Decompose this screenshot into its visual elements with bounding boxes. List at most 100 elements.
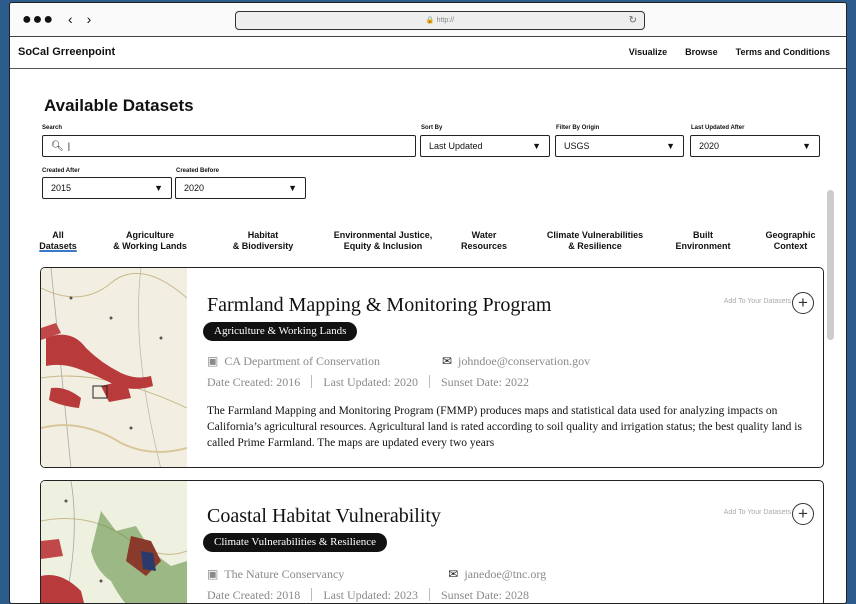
created-after-value: 2015: [51, 183, 72, 193]
tab-built-environment[interactable]: Built Environment: [668, 230, 738, 252]
dataset-org: CA Department of Conservation: [224, 354, 380, 368]
dataset-map-thumbnail: [41, 268, 188, 467]
tab-agriculture[interactable]: Agriculture & Working Lands: [104, 230, 196, 252]
origin-value: USGS: [564, 141, 590, 151]
divider: [428, 588, 430, 601]
sort-select[interactable]: Last Updated ▼: [420, 135, 550, 157]
created-after-label: Created After: [42, 168, 80, 174]
building-icon: ▣: [207, 567, 219, 581]
divider: [428, 375, 430, 388]
tab-label-line1: Habitat: [247, 230, 279, 240]
dataset-card[interactable]: Farmland Mapping & Monitoring Program Ag…: [40, 267, 824, 468]
category-badge[interactable]: Climate Vulnerabilities & Resilience: [203, 533, 387, 552]
tab-label-line2: & Biodiversity: [232, 241, 294, 251]
sunset-date: Sunset Date: 2028: [440, 588, 529, 602]
chevron-down-icon: ▼: [532, 141, 541, 151]
map-thumbnail-graphic: [41, 268, 188, 467]
tab-all-datasets[interactable]: All Datasets: [38, 230, 78, 252]
add-to-datasets-label[interactable]: Add To Your Datasets: [724, 298, 791, 305]
add-to-datasets-label[interactable]: Add To Your Datasets: [724, 509, 791, 516]
main-nav: Visualize Browse Terms and Conditions: [629, 47, 830, 57]
dataset-map-thumbnail: [41, 481, 188, 603]
category-tabs: All Datasets Agriculture & Working Lands…: [38, 230, 828, 260]
scrollbar-thumb[interactable]: [827, 190, 834, 340]
chevron-down-icon: ▼: [666, 141, 675, 151]
tab-water[interactable]: Water Resources: [454, 230, 514, 252]
created-before-label: Created Before: [176, 168, 220, 174]
envelope-icon: ✉: [448, 567, 459, 581]
sort-value: Last Updated: [429, 141, 483, 151]
envelope-icon: ✉: [441, 354, 453, 368]
dataset-description: The Farmland Mapping and Monitoring Prog…: [207, 405, 802, 449]
dataset-card[interactable]: Coastal Habitat Vulnerability Climate Vu…: [40, 480, 824, 603]
plus-circle-icon[interactable]: +: [792, 503, 814, 525]
browser-window: ●●● ‹ › 🔒 http:// ↻ SoCal Grreenpoint Vi…: [9, 2, 847, 604]
dataset-title[interactable]: Farmland Mapping & Monitoring Program: [207, 294, 551, 317]
nav-visualize[interactable]: Visualize: [629, 47, 667, 57]
page-title: Available Datasets: [44, 96, 194, 115]
search-label: Search: [42, 125, 63, 131]
dataset-source-row: ▣ CA Department of Conservation ✉ johndoe@…: [207, 354, 590, 369]
main-content: Available Datasets Search 🔍︎ | Sort By La…: [10, 70, 836, 603]
updated-label: Last Updated After: [691, 125, 745, 131]
site-header: SoCal Grreenpoint Visualize Browse Terms…: [10, 37, 846, 69]
back-icon[interactable]: ‹: [68, 11, 73, 27]
sort-label: Sort By: [421, 125, 443, 131]
search-input[interactable]: 🔍︎ |: [42, 135, 416, 157]
dataset-email[interactable]: janedoe@tnc.org: [464, 567, 546, 581]
origin-label: Filter By Origin: [556, 125, 600, 131]
chevron-down-icon: ▼: [288, 183, 297, 193]
tab-label-line2: Datasets: [39, 241, 77, 251]
tab-label-line1: Agriculture: [125, 230, 174, 240]
category-badge[interactable]: Agriculture & Working Lands: [203, 322, 358, 341]
building-icon: ▣: [207, 354, 219, 368]
created-before-select[interactable]: 2020 ▼: [175, 177, 306, 199]
search-value: |: [67, 141, 71, 151]
nav-terms[interactable]: Terms and Conditions: [736, 47, 830, 57]
updated-select[interactable]: 2020 ▼: [690, 135, 820, 157]
tab-label-line2: & Resilience: [568, 241, 622, 251]
sunset-date: Sunset Date: 2022: [440, 375, 529, 389]
tab-label-line2: Environment: [675, 241, 731, 251]
forward-icon[interactable]: ›: [87, 11, 92, 27]
history-nav: ‹ ›: [68, 11, 101, 27]
tab-label-line1: All: [52, 230, 64, 240]
dataset-email[interactable]: johndoe@conservation.gov: [458, 354, 590, 368]
site-brand[interactable]: SoCal Grreenpoint: [18, 46, 115, 58]
map-thumbnail-graphic: [41, 481, 188, 603]
browser-chrome: ●●● ‹ › 🔒 http:// ↻: [10, 3, 846, 37]
address-bar[interactable]: 🔒 http:// ↻: [235, 11, 645, 30]
chevron-down-icon: ▼: [154, 183, 163, 193]
tab-climate[interactable]: Climate Vulnerabilities & Resilience: [530, 230, 660, 252]
tab-geographic-context[interactable]: Geographic Context: [753, 230, 828, 252]
dataset-title[interactable]: Coastal Habitat Vulnerability: [207, 505, 441, 528]
reload-icon[interactable]: ↻: [629, 12, 637, 29]
search-icon: 🔍︎: [51, 141, 64, 152]
tab-label-line1: Geographic: [765, 230, 816, 240]
origin-select[interactable]: USGS ▼: [555, 135, 684, 157]
tab-environmental-justice[interactable]: Environmental Justice, Equity & Inclusio…: [318, 230, 448, 252]
dataset-dates-row: Date Created: 2018 Last Updated: 2023 Suns…: [207, 588, 529, 603]
tab-habitat[interactable]: Habitat & Biodiversity: [218, 230, 308, 252]
date-created: Date Created: 2018: [207, 588, 301, 602]
dataset-dates-row: Date Created: 2016 Last Updated: 2020 Suns…: [207, 375, 529, 390]
last-updated: Last Updated: 2023: [323, 588, 418, 602]
chevron-down-icon: ▼: [802, 141, 811, 151]
tab-label-line2: & Working Lands: [113, 241, 187, 251]
nav-browse[interactable]: Browse: [685, 47, 718, 57]
tab-label-line1: Climate Vulnerabilities: [546, 230, 644, 240]
tab-label-line2: Context: [773, 241, 808, 251]
tab-label-line1: Water: [471, 230, 497, 240]
last-updated: Last Updated: 2020: [323, 375, 418, 389]
divider: [311, 375, 313, 388]
dataset-source-row: ▣ The Nature Conservancy ✉ janedoe@tnc.org: [207, 567, 546, 582]
tab-label-line2: Equity & Inclusion: [343, 241, 423, 251]
divider: [311, 588, 313, 601]
plus-circle-icon[interactable]: +: [792, 292, 814, 314]
created-after-select[interactable]: 2015 ▼: [42, 177, 172, 199]
created-before-value: 2020: [184, 183, 205, 193]
tab-label-line1: Built: [693, 230, 713, 240]
tab-label-line1: Environmental Justice,: [333, 230, 433, 240]
window-controls[interactable]: ●●●: [22, 11, 54, 29]
tab-label-line2: Resources: [460, 241, 508, 251]
